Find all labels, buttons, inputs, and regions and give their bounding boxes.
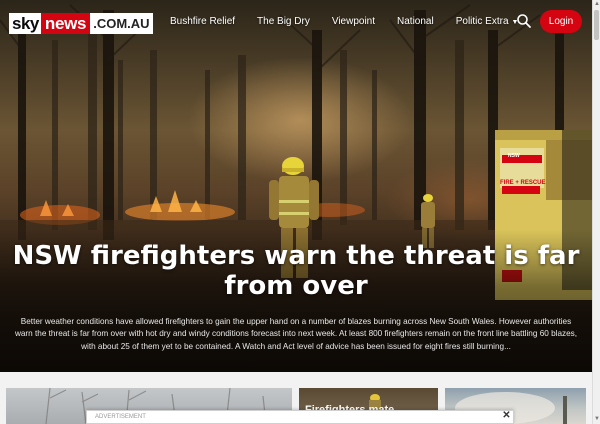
truck-sign-nsw: NSW: [508, 153, 520, 159]
top-navigation: sky news .COM.AU Bushfire Relief The Big…: [0, 0, 592, 44]
ad-label: Advertisement: [95, 414, 146, 420]
page: FIRE + RESCUE NSW NSW firefighters warn …: [0, 0, 600, 424]
login-button[interactable]: Login: [540, 10, 582, 33]
hero-headline[interactable]: NSW firefighters warn the threat is far …: [0, 241, 592, 301]
nav-link-politic-extra-label: Politic Extra: [455, 16, 509, 27]
hero-summary: Better weather conditions have allowed f…: [14, 317, 578, 351]
logo-domain: .COM.AU: [90, 13, 153, 34]
nav-links: Bushfire Relief The Big Dry Viewpoint Na…: [170, 16, 518, 27]
page-scrollbar[interactable]: ▲ ▼: [592, 0, 600, 424]
logo-news: news: [40, 13, 91, 34]
nav-link-viewpoint[interactable]: Viewpoint: [332, 16, 375, 27]
nav-link-politic-extra[interactable]: Politic Extra ▼: [456, 16, 519, 27]
truck-sign: FIRE + RESCUE: [500, 180, 546, 186]
logo-sky: sky: [9, 13, 41, 34]
hero-banner[interactable]: FIRE + RESCUE NSW NSW firefighters warn …: [0, 0, 592, 372]
ad-banner[interactable]: Advertisement: [86, 410, 514, 424]
nav-link-big-dry[interactable]: The Big Dry: [257, 16, 310, 27]
search-icon[interactable]: [516, 13, 532, 29]
close-icon[interactable]: ✕: [500, 410, 513, 422]
scroll-up-arrow-icon[interactable]: ▲: [594, 1, 600, 7]
sky-news-logo[interactable]: sky news .COM.AU: [9, 13, 155, 34]
nav-link-national[interactable]: National: [397, 16, 434, 27]
scroll-down-arrow-icon[interactable]: ▼: [594, 416, 600, 422]
nav-link-bushfire-relief[interactable]: Bushfire Relief: [170, 16, 235, 27]
scrollbar-thumb[interactable]: [594, 10, 599, 40]
